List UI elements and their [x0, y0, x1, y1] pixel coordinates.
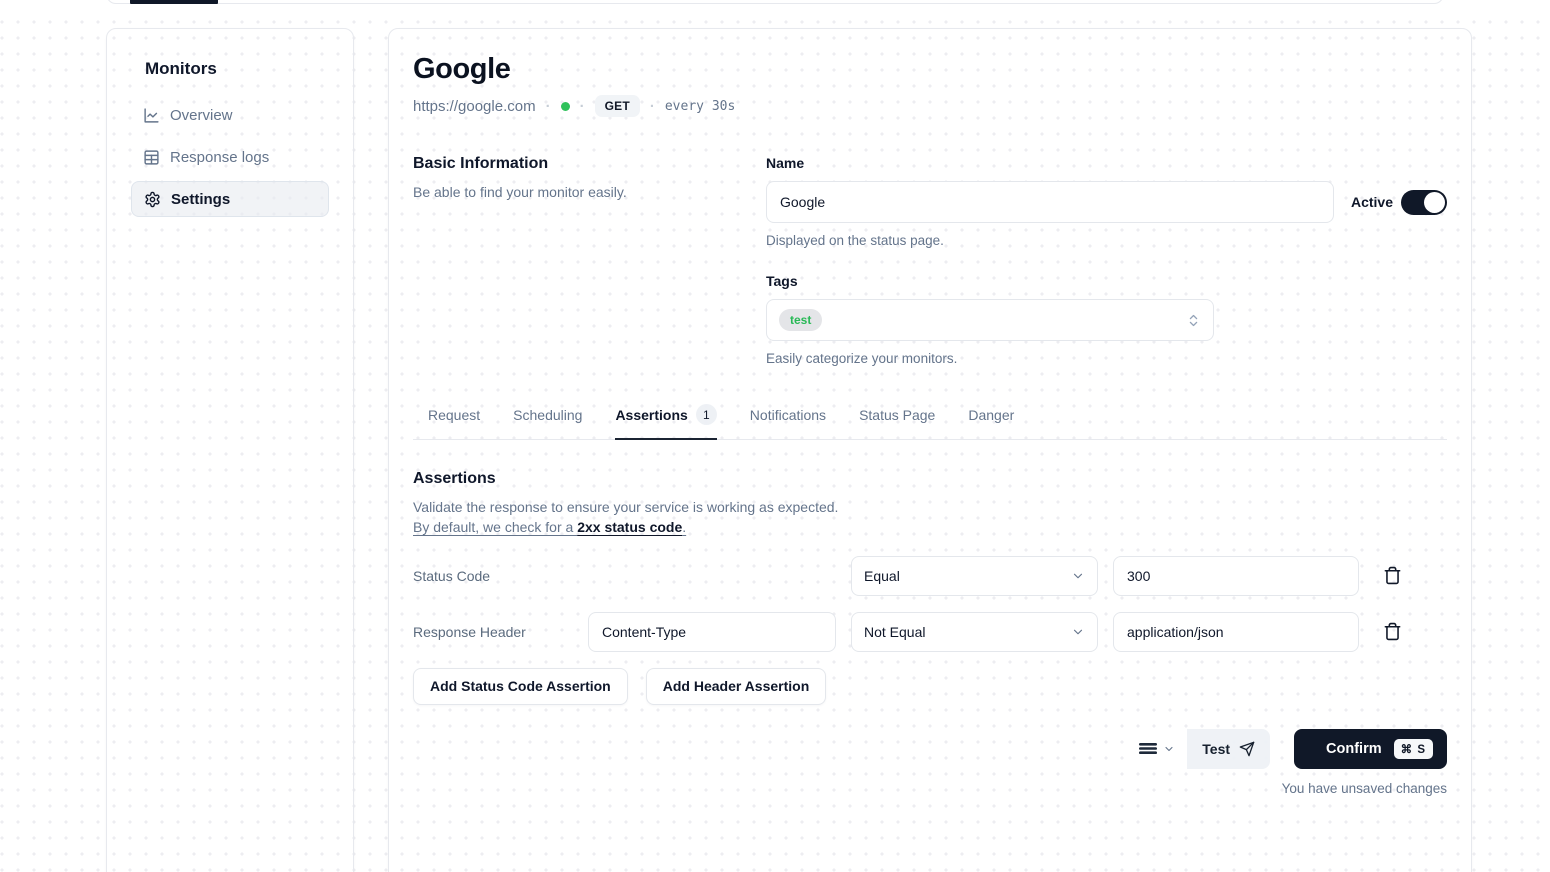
- monitors-sidebar: Monitors Overview Response logs Settings: [106, 28, 354, 872]
- unsaved-changes-text: You have unsaved changes: [413, 781, 1447, 796]
- name-help-text: Displayed on the status page.: [766, 233, 1447, 248]
- monitor-title: Google: [413, 53, 1447, 86]
- delete-assertion-button[interactable]: [1374, 558, 1410, 594]
- monitor-meta: https://google.com · · GET · every 30s: [413, 95, 1447, 117]
- assertion-row-status-code: Status Code Equal: [413, 556, 1447, 596]
- meta-separator: ·: [650, 99, 655, 114]
- sidebar-item-label: Response logs: [170, 149, 269, 166]
- tab-danger[interactable]: Danger: [968, 394, 1014, 440]
- sidebar-item-response-logs[interactable]: Response logs: [131, 139, 329, 175]
- toggle-knob: [1424, 192, 1445, 213]
- assertions-panel: Assertions Validate the response to ensu…: [413, 470, 1447, 705]
- comparator-select[interactable]: Not Equal: [851, 612, 1098, 652]
- sidebar-title: Monitors: [145, 59, 329, 79]
- send-icon: [1239, 741, 1255, 757]
- active-toggle[interactable]: [1401, 190, 1447, 215]
- trash-icon: [1383, 566, 1402, 585]
- chevrons-up-down-icon: [1186, 313, 1201, 328]
- table-icon: [143, 149, 160, 166]
- basic-information-description: Be able to find your monitor easily.: [413, 182, 766, 202]
- assertion-row-response-header: Response Header Not Equal: [413, 612, 1447, 652]
- monitor-settings-card: Google https://google.com · · GET · ever…: [388, 28, 1472, 872]
- tab-notifications[interactable]: Notifications: [750, 394, 826, 440]
- frequency-text: every 30s: [665, 99, 735, 114]
- tab-request[interactable]: Request: [428, 394, 480, 440]
- add-header-assertion-button[interactable]: Add Header Assertion: [646, 668, 827, 705]
- assertions-description: Validate the response to ensure your ser…: [413, 497, 1447, 538]
- default-check-text: By default, we check for a: [413, 519, 577, 535]
- method-badge: GET: [595, 95, 640, 117]
- assertion-value-input[interactable]: [1113, 612, 1359, 652]
- test-button[interactable]: Test: [1187, 729, 1270, 769]
- region-flag-icon: [1138, 741, 1158, 756]
- delete-assertion-button[interactable]: [1374, 614, 1410, 650]
- tags-label: Tags: [766, 273, 1447, 289]
- sidebar-item-label: Settings: [171, 191, 230, 208]
- chevron-down-icon: [1071, 569, 1085, 583]
- assertion-value-input[interactable]: [1113, 556, 1359, 596]
- settings-tabbar: Request Scheduling Assertions 1 Notifica…: [413, 394, 1447, 440]
- tag-pill: test: [779, 309, 822, 331]
- meta-separator: ·: [580, 99, 585, 114]
- assertions-heading: Assertions: [413, 470, 1447, 488]
- sidebar-item-settings[interactable]: Settings: [131, 181, 329, 217]
- form-actions: Test Confirm ⌘ S: [413, 729, 1447, 769]
- status-code-emphasis: 2xx status code: [577, 519, 682, 535]
- sidebar-item-label: Overview: [170, 107, 233, 124]
- assertions-count-badge: 1: [696, 404, 717, 425]
- confirm-button[interactable]: Confirm ⌘ S: [1294, 729, 1447, 769]
- chevron-down-icon: [1071, 625, 1085, 639]
- top-cutoff-strip: [0, 0, 1550, 10]
- tab-scheduling[interactable]: Scheduling: [513, 394, 582, 440]
- trash-icon: [1383, 622, 1402, 641]
- keyboard-shortcut-badge: ⌘ S: [1394, 739, 1433, 759]
- meta-separator: ·: [546, 99, 551, 114]
- region-selector[interactable]: [1126, 729, 1187, 769]
- add-status-code-assertion-button[interactable]: Add Status Code Assertion: [413, 668, 628, 705]
- sidebar-item-overview[interactable]: Overview: [131, 97, 329, 133]
- tags-select[interactable]: test: [766, 299, 1214, 341]
- basic-information-heading: Basic Information: [413, 155, 766, 173]
- line-chart-icon: [143, 107, 160, 124]
- tab-assertions[interactable]: Assertions 1: [615, 394, 716, 440]
- assertion-type-label: Response Header: [413, 624, 573, 640]
- test-button-group: Test: [1126, 729, 1270, 769]
- basic-information-section: Basic Information Be able to find your m…: [413, 155, 1447, 366]
- active-tab-indicator: [130, 0, 218, 4]
- tags-help-text: Easily categorize your monitors.: [766, 351, 1447, 366]
- status-dot: [561, 102, 570, 111]
- name-label: Name: [766, 155, 1447, 171]
- assertion-type-label: Status Code: [413, 568, 573, 584]
- previous-card-bottom-edge: [106, 0, 1444, 4]
- monitor-url: https://google.com: [413, 98, 536, 115]
- tab-status-page[interactable]: Status Page: [859, 394, 935, 440]
- name-input[interactable]: [766, 181, 1334, 223]
- gear-icon: [144, 191, 161, 208]
- comparator-select[interactable]: Equal: [851, 556, 1098, 596]
- active-label: Active: [1351, 194, 1393, 210]
- header-key-input[interactable]: [588, 612, 836, 652]
- chevron-down-icon: [1163, 743, 1175, 755]
